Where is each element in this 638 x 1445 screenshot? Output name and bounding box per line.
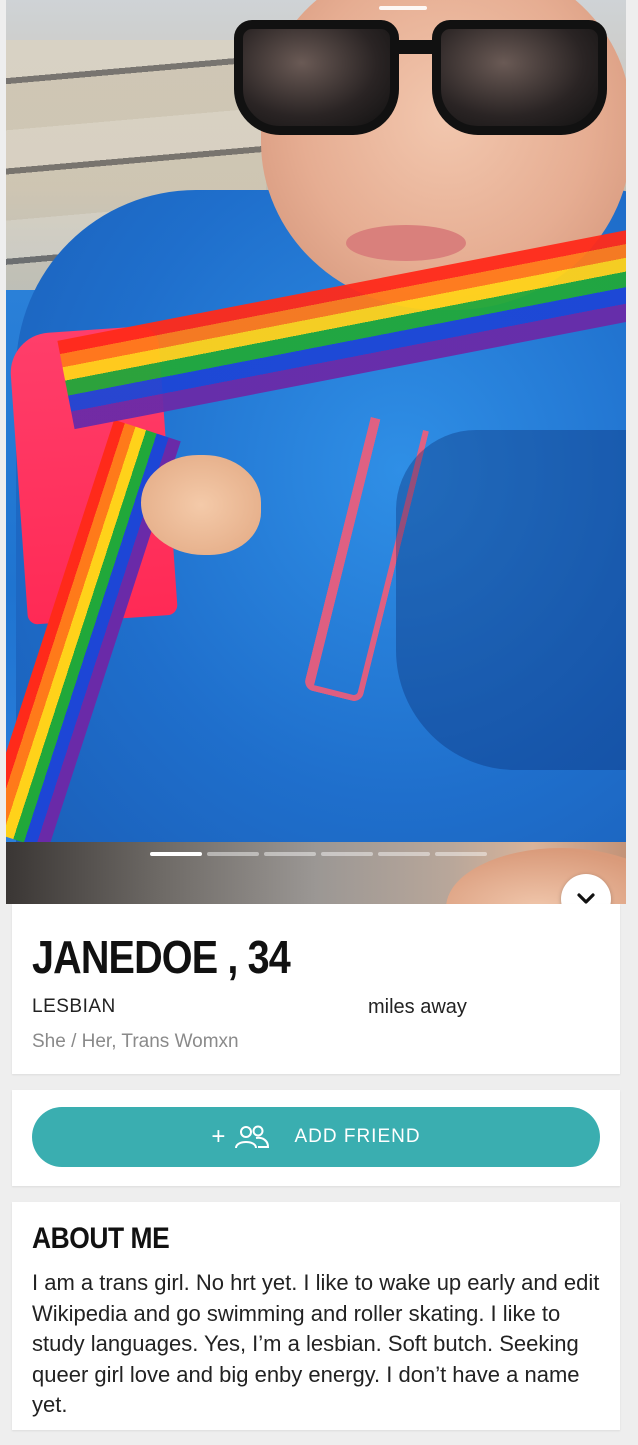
- profile-age: 34: [247, 931, 291, 983]
- name-age-separator: ,: [217, 931, 248, 983]
- photo-finger: [141, 455, 261, 555]
- pagination-dot[interactable]: [150, 852, 202, 856]
- profile-distance: miles away: [368, 996, 467, 1018]
- top-drag-indicator: [379, 6, 427, 10]
- about-me-card: ABOUT ME I am a trans girl. No hrt yet. …: [12, 1202, 620, 1430]
- profile-photo[interactable]: [6, 0, 626, 842]
- pagination-dot[interactable]: [264, 852, 316, 856]
- pagination-dot[interactable]: [435, 852, 487, 856]
- profile-pronouns: She / Her, Trans Womxn: [32, 1031, 239, 1052]
- photo-sunglasses: [234, 12, 626, 137]
- pagination-dot[interactable]: [207, 852, 259, 856]
- photo-mouth: [346, 225, 466, 261]
- profile-info-card: JANEDOE , 34 LESBIAN miles away She / He…: [12, 904, 620, 1074]
- add-friend-card: + ADD FRIEND: [12, 1090, 620, 1186]
- photo-shadow: [396, 430, 626, 770]
- profile-name: JANEDOE: [32, 931, 218, 983]
- pagination-dot[interactable]: [321, 852, 373, 856]
- profile-orientation: LESBIAN: [32, 996, 116, 1017]
- plus-icon: +: [211, 1123, 227, 1150]
- about-title: ABOUT ME: [32, 1222, 170, 1255]
- pagination-dot[interactable]: [378, 852, 430, 856]
- photo-pagination: [150, 852, 487, 856]
- add-friend-label: ADD FRIEND: [294, 1126, 421, 1147]
- profile-name-age: JANEDOE , 34: [32, 930, 291, 984]
- about-text: I am a trans girl. No hrt yet. I like to…: [32, 1270, 600, 1417]
- people-icon: [235, 1125, 270, 1149]
- add-friend-button[interactable]: + ADD FRIEND: [32, 1107, 600, 1167]
